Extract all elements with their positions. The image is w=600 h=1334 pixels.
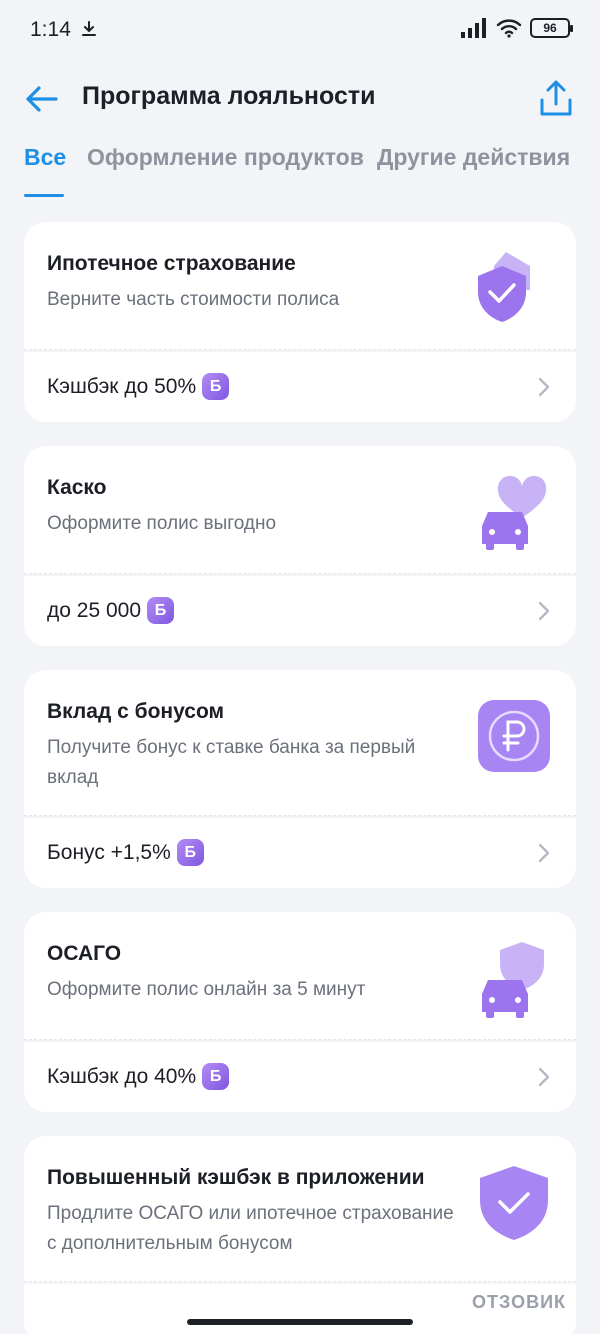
card-header[interactable]: Повышенный кэшбэк в приложении Продлите … [24,1136,576,1282]
app-header: Программа лояльности [0,68,600,132]
card-header[interactable]: Ипотечное страхование Верните часть стои… [24,222,576,350]
chevron-right-icon [538,843,550,863]
card-bonus-row[interactable]: Бонус +1,5% Б [24,818,576,888]
status-bar: 1:14 96 [0,0,600,60]
battery-level: 96 [543,21,557,35]
watermark: ОТЗОВИК [472,1292,566,1312]
card-bonus-row[interactable]: до 25 000 Б [24,576,576,646]
chevron-right-icon [538,601,550,621]
bonus-text: Кэшбэк до 40% Б [47,1063,230,1090]
card-title: Ипотечное страхование [47,252,296,275]
bonus-text: Кэшбэк до 50% Б [47,373,230,400]
bonus-badge-icon: Б [176,839,204,866]
car-heart-icon [482,475,547,550]
bonus-badge-icon: Б [202,373,230,400]
download-icon [82,21,96,36]
tab-bar: Все Оформление продуктов Другие действия [0,140,600,200]
home-indicator[interactable] [187,1319,413,1325]
tab-all[interactable]: Все [24,144,66,171]
bonus-text: до 25 000 Б [47,597,174,624]
card-title: ОСАГО [47,942,122,965]
bonus-label: до 25 000 [47,598,141,622]
ruble-coin-icon [478,700,550,772]
card-description: Оформите полис выгодно [47,513,277,534]
shield-check-icon [478,252,530,322]
card-description: Оформите полис онлайн за 5 минут [47,979,366,1000]
card-title: Каско [47,476,107,499]
card-bonus-row[interactable]: Кэшбэк до 40% Б [24,1042,576,1112]
loyalty-card-mortgage-insurance: Ипотечное страхование Верните часть стои… [24,222,576,422]
active-tab-indicator [24,194,64,197]
card-bonus-row[interactable]: Кэшбэк до 50% Б [24,352,576,422]
wifi-icon [496,19,522,38]
chevron-right-icon [538,377,550,397]
car-shield-icon [482,942,544,1018]
share-icon[interactable] [538,78,574,118]
bonus-badge-icon: Б [202,1063,230,1090]
card-header[interactable]: Каско Оформите полис выгодно [24,446,576,574]
bonus-label: Кэшбэк до 40% [47,1064,197,1088]
chevron-right-icon [538,1067,550,1087]
loyalty-card-kasko: Каско Оформите полис выгодно до 25 000 Б [24,446,576,646]
loyalty-card-deposit-bonus: Вклад с бонусом Получите бонус к ставке … [24,670,576,888]
card-description: Верните часть стоимости полиса [47,289,340,310]
card-title: Повышенный кэшбэк в приложении [47,1166,425,1189]
bonus-badge-icon: Б [147,597,174,624]
bonus-label: Кэшбэк до 50% [47,374,197,398]
bonus-text: Бонус +1,5% Б [47,839,204,866]
card-header[interactable]: Вклад с бонусом Получите бонус к ставке … [24,670,576,816]
shield-check-icon [480,1166,548,1240]
tab-other-actions[interactable]: Другие действия [377,144,570,171]
status-time: 1:14 [30,18,71,41]
card-title: Вклад с бонусом [47,700,225,723]
loyalty-card-osago: ОСАГО Оформите полис онлайн за 5 минут К… [24,912,576,1112]
battery-indicator: 96 [530,18,573,38]
page-title: Программа лояльности [82,82,376,110]
signal-icon [461,18,486,38]
card-description: Продлите ОСАГО или ипотечное страхование… [47,1203,454,1254]
back-arrow-icon[interactable] [22,82,62,116]
card-header[interactable]: ОСАГО Оформите полис онлайн за 5 минут [24,912,576,1040]
bonus-label: Бонус +1,5% [47,840,171,864]
tab-products[interactable]: Оформление продуктов [87,144,364,171]
card-description: Получите бонус к ставке банка за первый … [47,737,416,788]
